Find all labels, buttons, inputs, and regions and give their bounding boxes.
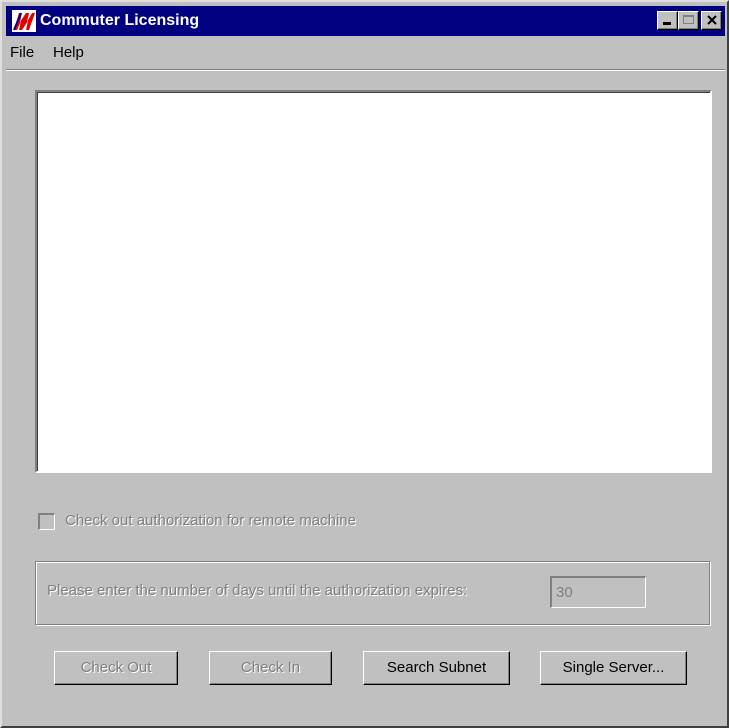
remote-machine-checkbox[interactable] bbox=[38, 513, 55, 530]
commuter-licensing-window: Commuter Licensing File Help Check out a… bbox=[0, 0, 729, 728]
maximize-button bbox=[678, 11, 699, 30]
check-in-button[interactable]: Check In bbox=[209, 651, 332, 685]
check-out-button[interactable]: Check Out bbox=[54, 651, 178, 685]
menu-bar: File Help bbox=[6, 37, 725, 67]
remote-machine-label: Check out authorization for remote machi… bbox=[65, 512, 356, 529]
expiration-days-input[interactable] bbox=[550, 576, 646, 608]
search-subnet-button[interactable]: Search Subnet bbox=[363, 651, 510, 685]
minimize-button[interactable] bbox=[657, 11, 678, 30]
window-title: Commuter Licensing bbox=[40, 12, 200, 29]
close-button[interactable] bbox=[701, 11, 722, 30]
lm-logo-icon bbox=[12, 10, 36, 32]
single-server-button[interactable]: Single Server... bbox=[540, 651, 687, 685]
expiration-days-label: Please enter the number of days until th… bbox=[47, 582, 468, 599]
title-bar[interactable]: Commuter Licensing bbox=[6, 6, 725, 36]
menu-file[interactable]: File bbox=[10, 44, 34, 62]
server-list[interactable] bbox=[35, 90, 712, 473]
close-icon bbox=[707, 15, 717, 25]
menu-separator bbox=[6, 69, 725, 71]
menu-help[interactable]: Help bbox=[53, 44, 84, 62]
